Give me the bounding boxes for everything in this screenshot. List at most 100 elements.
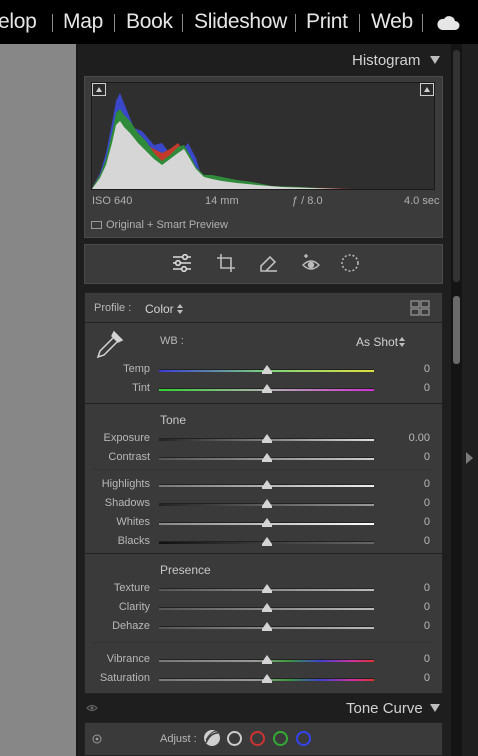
module-book[interactable]: Book <box>126 10 173 34</box>
image-canvas <box>0 44 76 756</box>
healing-icon[interactable] <box>257 252 279 274</box>
profile-dropdown-arrows-icon[interactable] <box>177 304 183 314</box>
texture-label: Texture <box>113 582 150 594</box>
whites-slider-thumb[interactable] <box>262 518 272 527</box>
blacks-value[interactable]: 0 <box>380 535 430 547</box>
profile-browser-grid-icon[interactable] <box>410 300 430 316</box>
module-separator <box>182 14 183 32</box>
whites-value[interactable]: 0 <box>380 516 430 528</box>
module-slideshow[interactable]: Slideshow <box>194 10 287 34</box>
blacks-label: Blacks <box>117 535 150 547</box>
section-divider <box>84 553 443 554</box>
exposure-slider-thumb[interactable] <box>262 434 272 443</box>
crop-icon[interactable] <box>215 252 237 274</box>
aperture-value: ƒ / 8.0 <box>292 195 323 207</box>
tone-curve-title[interactable]: Tone Curve <box>346 700 423 717</box>
saturation-slider-thumb[interactable] <box>262 674 272 683</box>
contrast-value[interactable]: 0 <box>380 451 430 463</box>
wb-dropdown-arrows-icon[interactable] <box>399 337 405 347</box>
histogram-graph <box>91 82 435 190</box>
profile-label: Profile : <box>94 302 132 314</box>
module-print[interactable]: Print <box>306 10 348 34</box>
basic-panel <box>84 292 443 694</box>
clarity-label: Clarity <box>118 601 150 613</box>
dehaze-value[interactable]: 0 <box>380 620 430 632</box>
tint-label: Tint <box>132 382 150 394</box>
curve-target-adjust-icon[interactable] <box>92 734 102 744</box>
masking-icon[interactable] <box>339 252 361 274</box>
temp-label: Temp <box>123 363 150 375</box>
profile-dropdown[interactable]: Color <box>145 302 174 316</box>
dehaze-label: Dehaze <box>112 620 150 632</box>
section-divider <box>84 322 443 323</box>
white-balance-eyedropper-icon[interactable] <box>92 328 126 362</box>
highlights-value[interactable]: 0 <box>380 478 430 490</box>
vibrance-slider-thumb[interactable] <box>262 655 272 664</box>
scrollbar-thumb-inactive[interactable] <box>453 50 460 282</box>
right-panel-toggle-strip[interactable] <box>462 44 478 756</box>
tone-group-title: Tone <box>160 413 187 427</box>
saturation-label: Saturation <box>99 672 150 684</box>
wb-label: WB : <box>160 335 184 347</box>
module-map[interactable]: Map <box>63 10 103 34</box>
subsection-divider <box>92 469 435 470</box>
exposure-label: Exposure <box>103 432 150 444</box>
tint-slider-thumb[interactable] <box>262 384 272 393</box>
module-separator <box>359 14 360 32</box>
white-channel-button[interactable] <box>227 731 242 746</box>
subsection-divider <box>92 642 435 643</box>
vibrance-label: Vibrance <box>106 653 150 665</box>
shadows-value[interactable]: 0 <box>380 497 430 509</box>
module-separator <box>52 14 53 32</box>
green-channel-button[interactable] <box>273 731 288 746</box>
texture-value[interactable]: 0 <box>380 582 430 594</box>
histogram-collapse-icon[interactable] <box>430 56 440 64</box>
dehaze-slider-thumb[interactable] <box>262 622 272 631</box>
preview-status: Original + Smart Preview <box>106 219 228 231</box>
saturation-value[interactable]: 0 <box>380 672 430 684</box>
module-separator <box>422 14 423 32</box>
blacks-slider-thumb[interactable] <box>262 537 272 546</box>
histogram-title[interactable]: Histogram <box>352 52 420 69</box>
parametric-curve-icon[interactable] <box>203 729 221 747</box>
cloud-icon[interactable] <box>436 15 460 31</box>
panel-visibility-eye-icon[interactable] <box>86 703 98 713</box>
exposure-value[interactable]: 0.00 <box>380 432 430 444</box>
section-divider <box>84 403 443 404</box>
shadows-label: Shadows <box>104 497 150 509</box>
module-separator <box>295 14 296 32</box>
expand-right-arrow-icon[interactable] <box>466 452 473 464</box>
module-separator <box>114 14 115 32</box>
whites-label: Whites <box>116 516 150 528</box>
tint-value[interactable]: 0 <box>380 382 430 394</box>
module-picker: elop Map Book Slideshow Print Web <box>0 0 478 44</box>
shadows-slider-thumb[interactable] <box>262 499 272 508</box>
red-channel-button[interactable] <box>250 731 265 746</box>
vibrance-value[interactable]: 0 <box>380 653 430 665</box>
module-develop[interactable]: elop <box>0 10 37 34</box>
temp-value[interactable]: 0 <box>380 363 430 375</box>
highlights-label: Highlights <box>101 478 150 490</box>
red-eye-icon[interactable] <box>300 252 322 274</box>
clarity-value[interactable]: 0 <box>380 601 430 613</box>
temp-slider-thumb[interactable] <box>262 365 272 374</box>
texture-slider-thumb[interactable] <box>262 584 272 593</box>
highlight-clipping-icon[interactable] <box>420 83 434 96</box>
smart-preview-icon <box>91 221 102 229</box>
histogram-curves <box>92 93 352 189</box>
highlights-slider-thumb[interactable] <box>262 480 272 489</box>
shutter-value: 4.0 sec <box>404 195 440 207</box>
scrollbar-thumb[interactable] <box>453 296 460 364</box>
tone-curve-collapse-icon[interactable] <box>430 704 440 712</box>
adjust-label: Adjust : <box>160 733 197 745</box>
wb-dropdown[interactable]: As Shot <box>356 335 398 349</box>
contrast-slider-thumb[interactable] <box>262 453 272 462</box>
clarity-slider-thumb[interactable] <box>262 603 272 612</box>
presence-group-title: Presence <box>160 563 211 577</box>
iso-value: ISO 640 <box>92 195 133 207</box>
blue-channel-button[interactable] <box>296 731 311 746</box>
contrast-label: Contrast <box>108 451 150 463</box>
edit-sliders-icon[interactable] <box>171 252 193 274</box>
shadow-clipping-icon[interactable] <box>92 83 106 96</box>
module-web[interactable]: Web <box>371 10 413 34</box>
